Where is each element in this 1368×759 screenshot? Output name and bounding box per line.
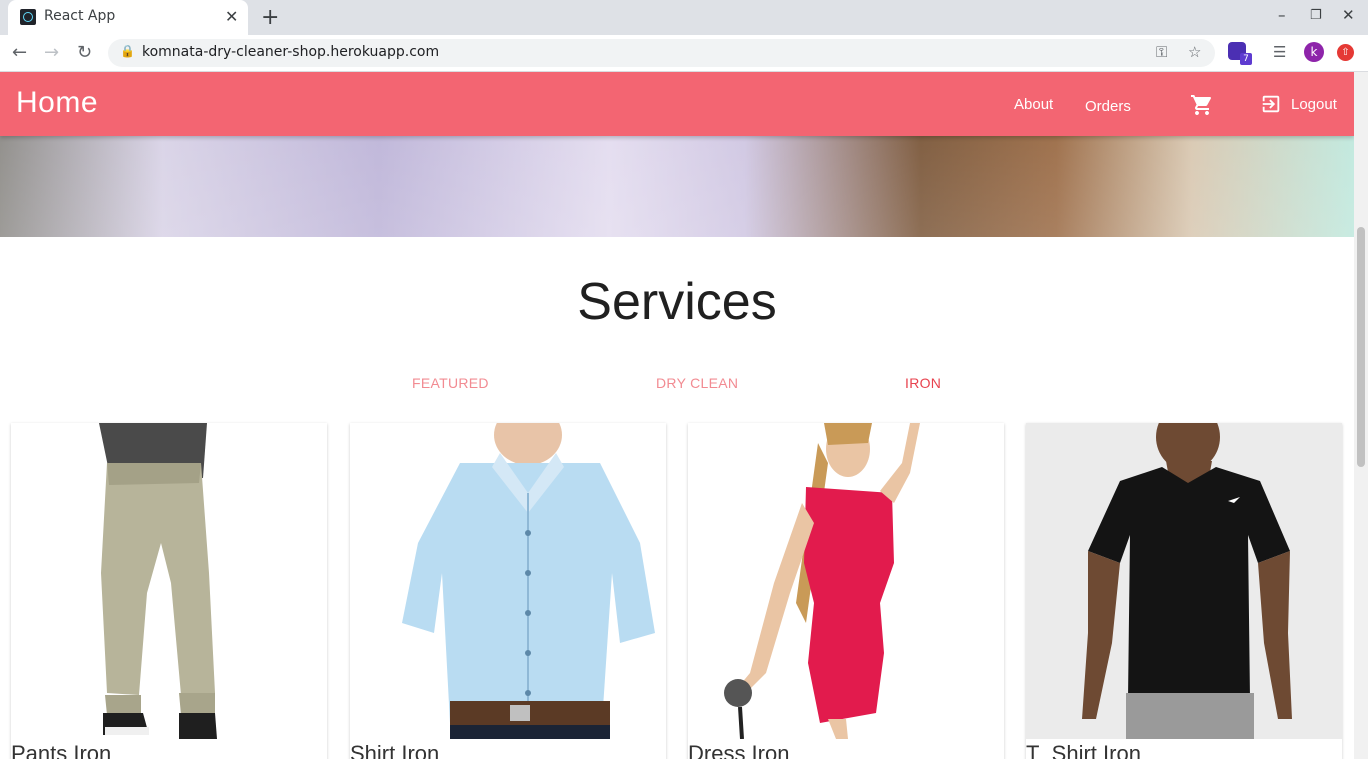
update-icon[interactable]: ⇧ [1337, 44, 1354, 61]
forward-icon[interactable]: → [44, 42, 59, 63]
app-bar: Home About Orders Logout [0, 72, 1354, 136]
logout-icon[interactable] [1260, 93, 1282, 115]
new-tab-button[interactable]: + [261, 5, 279, 30]
browser-tab-bar: React App ✕ + – ❐ ✕ [0, 0, 1368, 35]
extension-badge: 7 [1240, 53, 1252, 65]
service-tabs: FEATURED DRY CLEAN IRON [0, 375, 1354, 397]
scrollbar-thumb[interactable] [1357, 227, 1365, 467]
page-scrollbar[interactable] [1354, 72, 1368, 759]
browser-toolbar: ← → ↻ 🔒 komnata-dry-cleaner-shop.herokua… [0, 35, 1368, 72]
service-card[interactable]: Pants Iron [11, 423, 327, 759]
service-card[interactable]: Dress Iron [688, 423, 1004, 759]
browser-tab[interactable]: React App ✕ [8, 0, 248, 35]
dress-image[interactable] [688, 423, 1004, 739]
pants-image[interactable] [11, 423, 327, 739]
close-window-button[interactable]: ✕ [1342, 6, 1355, 24]
shirt-image[interactable] [350, 423, 666, 739]
back-icon[interactable]: ← [12, 42, 27, 63]
card-title: Shirt Iron [350, 741, 440, 759]
home-link[interactable]: Home [16, 86, 98, 120]
logout-button[interactable]: Logout [1291, 96, 1337, 113]
page-title: Services [577, 273, 777, 331]
tab-title: React App [44, 8, 116, 24]
react-favicon-icon [20, 9, 36, 25]
cart-icon[interactable] [1190, 93, 1214, 117]
tab-dry-clean[interactable]: DRY CLEAN [656, 375, 738, 391]
card-title: T_Shirt Iron [1026, 741, 1141, 759]
lock-icon[interactable]: 🔒 [120, 44, 135, 58]
minimize-button[interactable]: – [1278, 6, 1286, 24]
page-content: Home About Orders Logout Services FEATUR… [0, 72, 1354, 759]
url-text[interactable]: komnata-dry-cleaner-shop.herokuapp.com [142, 44, 439, 60]
reload-icon[interactable]: ↻ [77, 42, 92, 63]
card-title: Dress Iron [688, 741, 790, 759]
tab-iron[interactable]: IRON [905, 375, 941, 391]
bookmark-star-icon[interactable]: ☆ [1188, 43, 1201, 61]
tab-close-icon[interactable]: ✕ [225, 7, 238, 26]
tab-featured[interactable]: FEATURED [412, 375, 489, 391]
card-title: Pants Iron [11, 741, 112, 759]
profile-avatar[interactable]: k [1304, 42, 1324, 62]
nav-about[interactable]: About [1014, 96, 1053, 113]
key-icon[interactable]: ⚿ [1156, 43, 1167, 61]
tshirt-image[interactable] [1026, 423, 1342, 739]
nav-orders[interactable]: Orders [1085, 98, 1131, 115]
address-bar[interactable]: 🔒 komnata-dry-cleaner-shop.herokuapp.com… [108, 39, 1215, 67]
media-control-icon[interactable]: ☰ [1273, 43, 1286, 61]
service-card[interactable]: T_Shirt Iron [1026, 423, 1342, 759]
restore-button[interactable]: ❐ [1310, 8, 1322, 23]
service-card[interactable]: Shirt Iron [350, 423, 666, 759]
